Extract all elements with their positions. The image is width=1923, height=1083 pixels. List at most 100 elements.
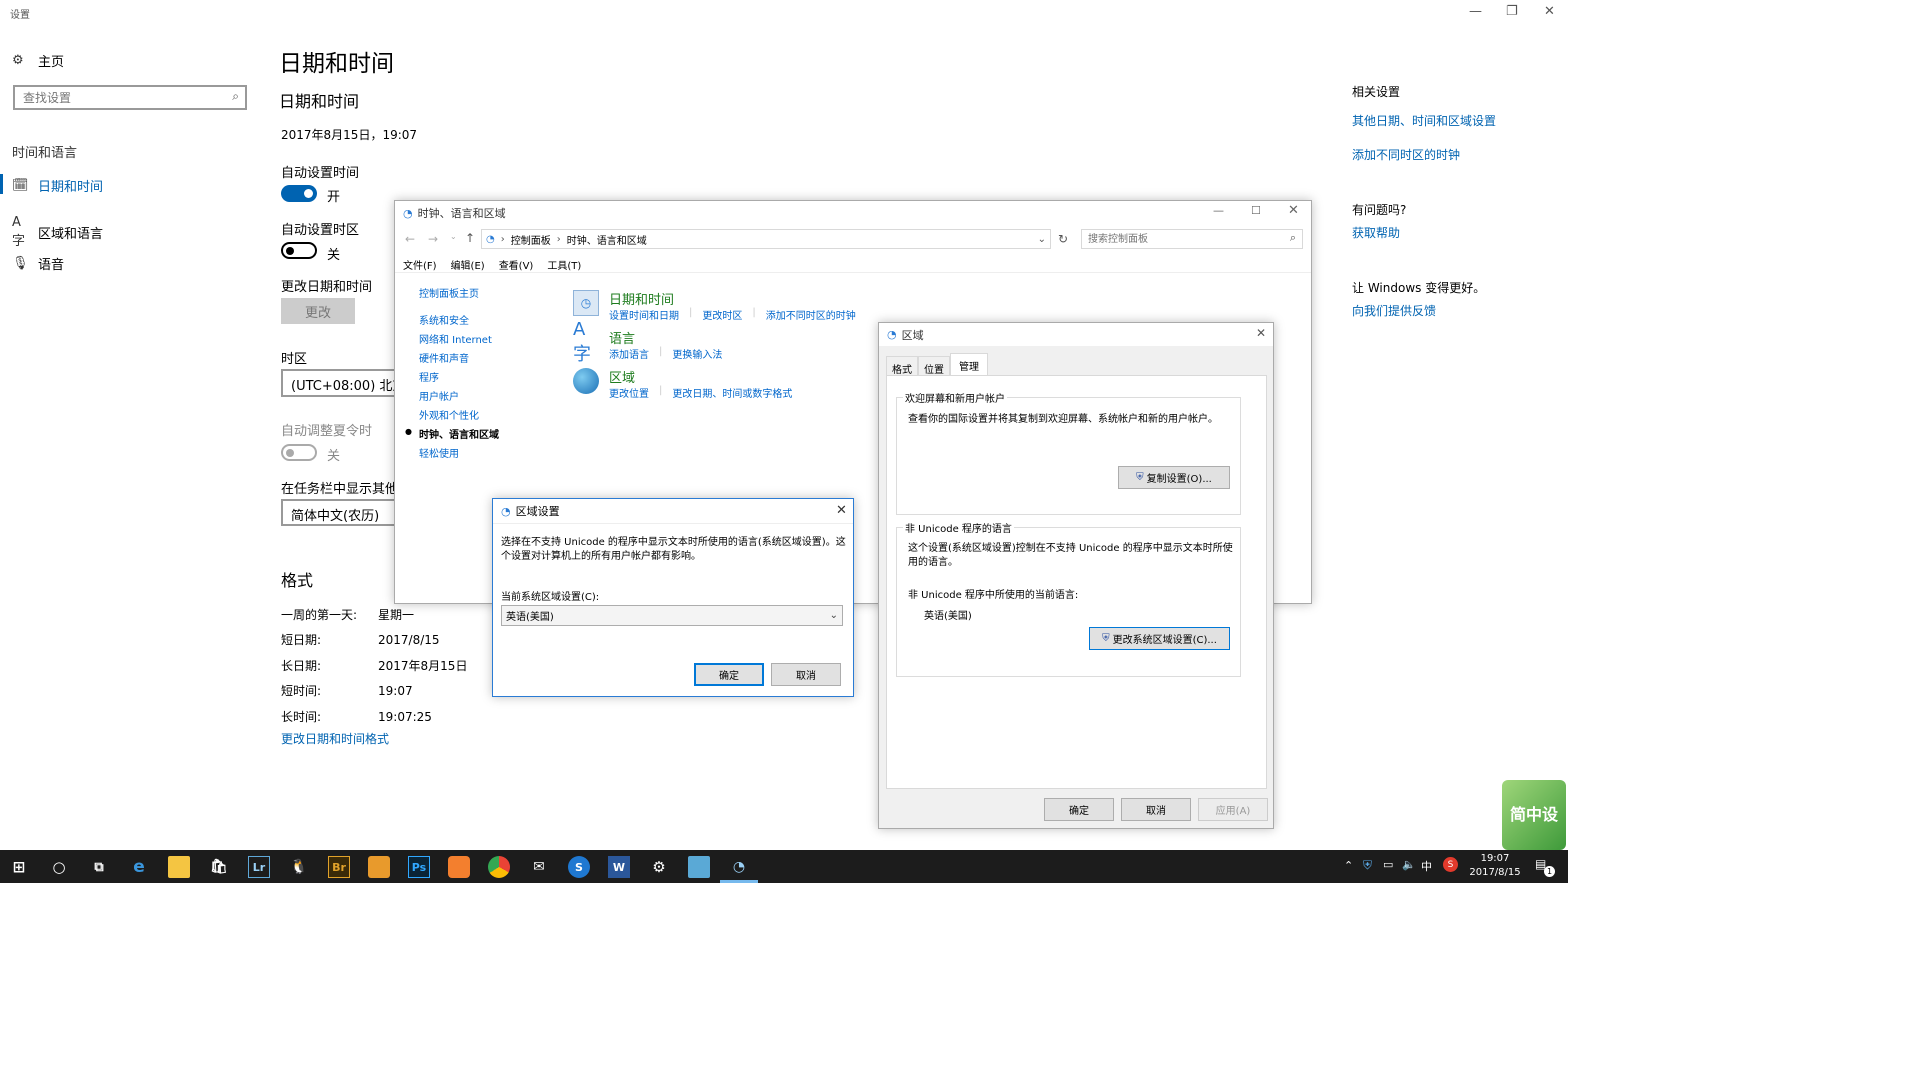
network-icon[interactable]: ▭ — [1383, 858, 1393, 871]
ime-indicator[interactable]: 中 — [1421, 858, 1432, 874]
edge-icon[interactable]: e — [128, 856, 150, 878]
volume-icon[interactable]: 🔈 — [1402, 858, 1416, 871]
word-icon[interactable]: W — [608, 856, 630, 878]
date-time-category-icon[interactable]: ◷ — [573, 290, 599, 316]
tray-chevron-up-icon[interactable]: ⌃ — [1344, 859, 1353, 872]
search-box[interactable]: ⌕ — [13, 85, 247, 110]
taskbar-calendar-select[interactable]: 简体中文(农历) — [281, 499, 397, 526]
minimize-icon[interactable]: — — [1469, 4, 1482, 19]
side-item-active[interactable]: 时钟、语言和区域 — [419, 426, 499, 445]
side-home-link[interactable]: 控制面板主页 — [419, 285, 479, 300]
recent-chevron-icon[interactable]: ⌄ — [450, 232, 457, 241]
add-clocks-cp-link[interactable]: 添加不同时区的时钟 — [766, 307, 856, 322]
change-input-link[interactable]: 更换输入法 — [672, 346, 722, 361]
region-task-icon[interactable]: ◔ — [728, 856, 750, 878]
chrome-icon[interactable] — [488, 856, 510, 878]
sogou-tray-icon[interactable]: S — [1443, 857, 1458, 872]
region-close-icon[interactable]: ✕ — [1256, 326, 1266, 340]
set-time-date-link[interactable]: 设置时间和日期 — [609, 307, 679, 322]
sogou-s-icon[interactable]: S — [568, 856, 590, 878]
add-clocks-link[interactable]: 添加不同时区的时钟 — [1352, 146, 1460, 163]
language-category-icon[interactable]: A字 — [573, 319, 599, 365]
side-item[interactable]: 系统和安全 — [419, 312, 499, 331]
cpanel-maximize-icon[interactable]: ☐ — [1251, 204, 1261, 217]
close-icon[interactable]: ✕ — [1544, 4, 1555, 19]
dst-toggle[interactable] — [281, 444, 317, 461]
side-item[interactable]: 程序 — [419, 369, 499, 388]
address-bar[interactable]: ◔ › 控制面板 › 时钟、语言和区域 ⌄ — [481, 229, 1051, 249]
category-title-datetime[interactable]: 日期和时间 — [609, 289, 674, 308]
grid-app-icon[interactable] — [448, 856, 470, 878]
menu-file[interactable]: 文件(F) — [403, 257, 437, 272]
package-icon[interactable] — [368, 856, 390, 878]
locale-select[interactable]: 英语(美国) ⌄ — [501, 605, 843, 626]
address-dropdown-icon[interactable]: ⌄ — [1038, 234, 1046, 245]
cpanel-search-icon[interactable]: ⌕ — [1290, 231, 1296, 245]
add-language-link[interactable]: 添加语言 — [609, 346, 649, 361]
region-category-icon[interactable] — [573, 368, 599, 394]
feedback-link[interactable]: 向我们提供反馈 — [1352, 302, 1436, 319]
change-locale-button[interactable]: ⛨ 更改系统区域设置(C)... — [1089, 627, 1230, 650]
chevron-down-icon[interactable]: ⌄ — [830, 610, 838, 621]
bridge-icon[interactable]: Br — [328, 856, 350, 878]
lightroom-icon[interactable]: Lr — [248, 856, 270, 878]
menu-view[interactable]: 查看(V) — [499, 257, 534, 272]
change-location-link[interactable]: 更改位置 — [609, 385, 649, 400]
change-datetime-button[interactable]: 更改 — [281, 298, 355, 324]
side-item[interactable]: 硬件和声音 — [419, 350, 499, 369]
menu-tools[interactable]: 工具(T) — [547, 257, 581, 272]
category-title-region[interactable]: 区域 — [609, 367, 635, 386]
cpanel-search-box[interactable]: ⌕ — [1081, 229, 1303, 249]
restore-icon[interactable]: ❐ — [1506, 4, 1518, 19]
locale-close-icon[interactable]: ✕ — [836, 503, 847, 518]
timezone-select[interactable]: (UTC+08:00) 北京， — [281, 369, 397, 397]
forward-icon[interactable]: → — [428, 232, 438, 246]
up-icon[interactable]: ↑ — [465, 231, 475, 245]
region-cancel-button[interactable]: 取消 — [1121, 798, 1191, 821]
side-item[interactable]: 网络和 Internet — [419, 331, 499, 350]
menu-edit[interactable]: 编辑(E) — [451, 257, 485, 272]
cpanel-titlebar[interactable]: ◔ 时钟、语言和区域 — [395, 201, 1311, 225]
side-item[interactable]: 外观和个性化 — [419, 407, 499, 426]
tab-admin[interactable]: 管理 — [950, 353, 988, 377]
breadcrumb-item[interactable]: 控制面板 — [511, 232, 551, 247]
qq-penguin-icon[interactable]: 🐧 — [288, 856, 310, 878]
start-windows-icon[interactable]: ⊞ — [8, 856, 30, 878]
locale-titlebar[interactable]: ◔ 区域设置 — [493, 499, 853, 523]
tray-clock[interactable]: 19:07 2017/8/15 — [1466, 852, 1524, 880]
other-settings-link[interactable]: 其他日期、时间和区域设置 — [1352, 112, 1496, 129]
cpanel-minimize-icon[interactable]: — — [1213, 204, 1224, 217]
store-icon[interactable]: 🛍 — [208, 856, 230, 878]
refresh-icon[interactable]: ↻ — [1054, 230, 1072, 248]
change-format-cp-link[interactable]: 更改日期、时间或数字格式 — [672, 385, 792, 400]
nav-item-region-language[interactable]: A字 区域和语言 — [12, 215, 103, 249]
auto-zone-toggle[interactable] — [281, 242, 317, 259]
home-button[interactable]: ⚙ 主页 — [12, 51, 64, 70]
file-explorer-icon[interactable] — [168, 856, 190, 878]
nav-item-speech[interactable]: 🎙 语音 — [12, 254, 64, 273]
change-timezone-link[interactable]: 更改时区 — [702, 307, 742, 322]
photoshop-icon[interactable]: Ps — [408, 856, 430, 878]
locale-cancel-button[interactable]: 取消 — [771, 663, 841, 686]
settings-gear-icon[interactable]: ⚙ — [648, 856, 670, 878]
copy-settings-button[interactable]: ⛨ 复制设置(O)... — [1118, 466, 1230, 489]
change-format-link[interactable]: 更改日期和时间格式 — [281, 730, 389, 747]
nav-item-date-time[interactable]: 🗓 日期和时间 — [12, 176, 103, 195]
control-panel-task-icon[interactable] — [688, 856, 710, 878]
mail-icon[interactable]: ✉ — [528, 856, 550, 878]
security-shield-icon[interactable]: ⛨ — [1363, 858, 1372, 873]
help-link[interactable]: 获取帮助 — [1352, 224, 1400, 241]
cortana-circle-icon[interactable]: ○ — [48, 856, 70, 878]
side-item[interactable]: 用户帐户 — [419, 388, 499, 407]
auto-time-toggle[interactable] — [281, 185, 317, 202]
search-icon[interactable]: ⌕ — [232, 89, 239, 104]
tab-location[interactable]: 位置 — [918, 356, 950, 377]
locale-ok-button[interactable]: 确定 — [694, 663, 764, 686]
side-item[interactable]: 轻松使用 — [419, 445, 499, 464]
region-ok-button[interactable]: 确定 — [1044, 798, 1114, 821]
category-title-language[interactable]: 语言 — [609, 328, 635, 347]
back-icon[interactable]: ← — [405, 232, 415, 246]
task-view-icon[interactable]: ⧉ — [88, 856, 110, 878]
region-titlebar[interactable]: ◔ 区域 — [879, 323, 1273, 346]
region-apply-button[interactable]: 应用(A) — [1198, 798, 1268, 821]
